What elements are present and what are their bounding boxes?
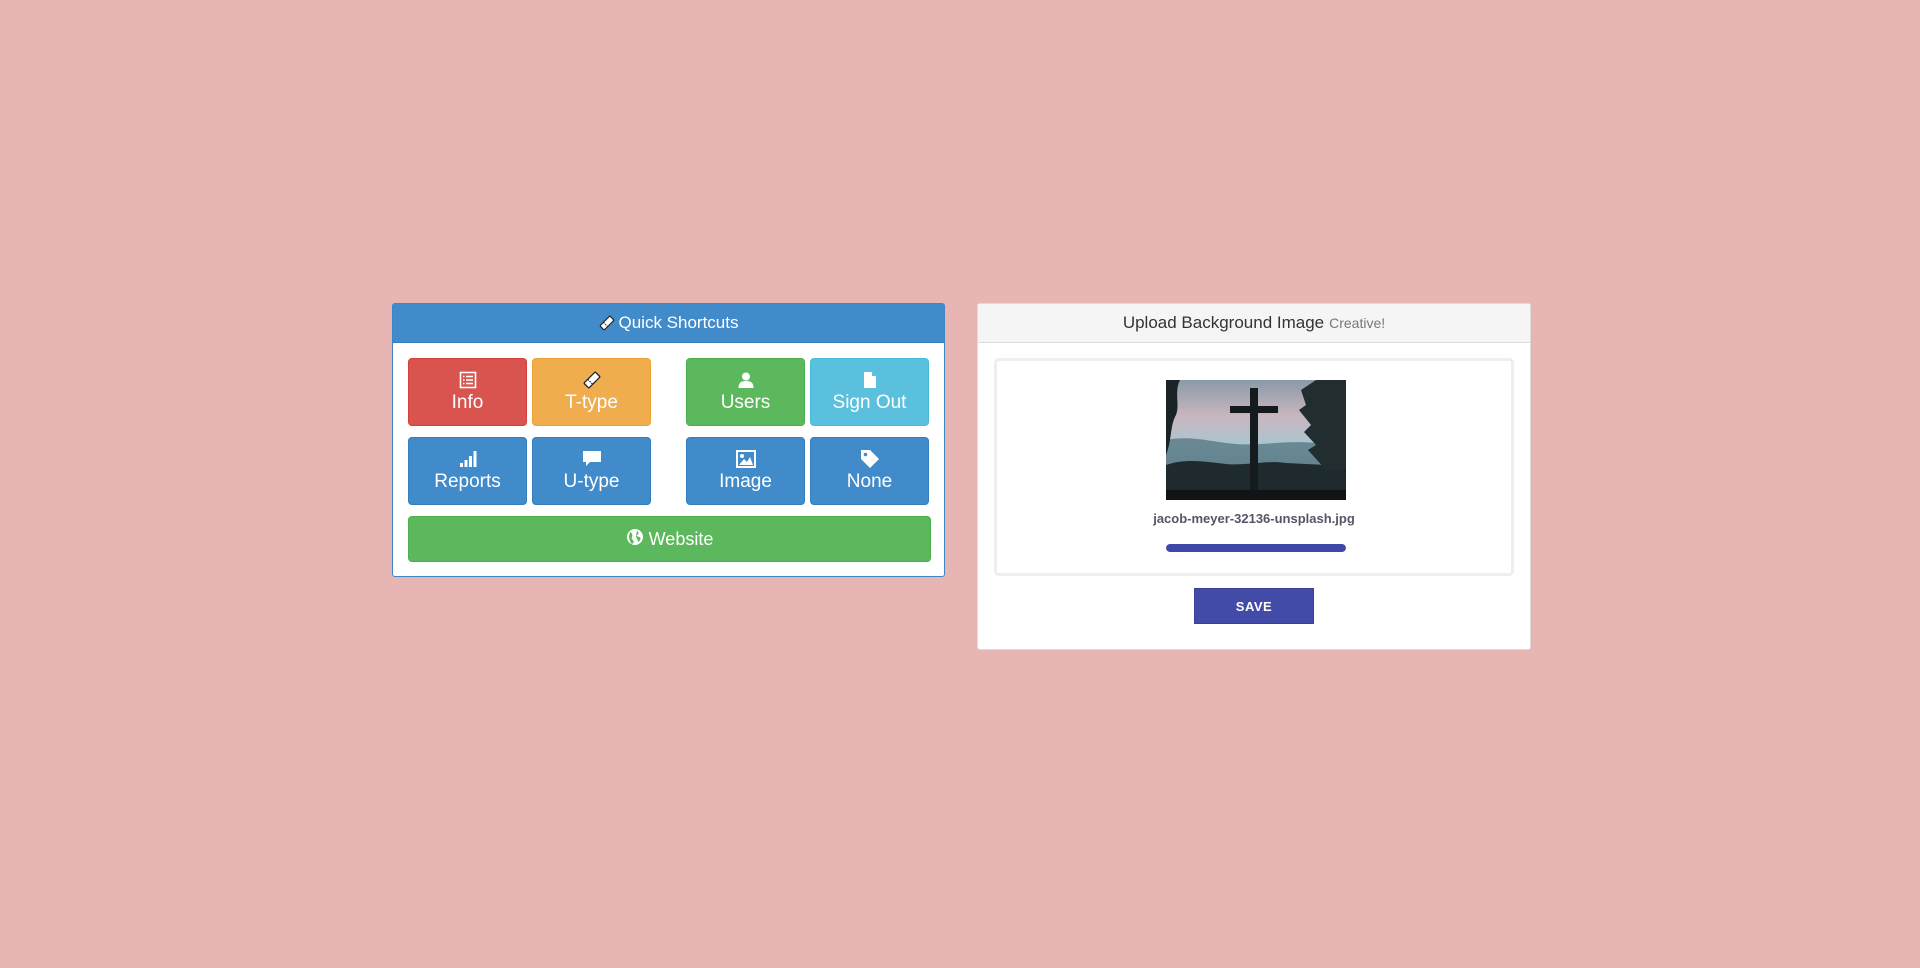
shortcut-t-type-label: T-type [565, 392, 618, 413]
comment-icon [582, 449, 602, 469]
tag-icon [860, 449, 880, 469]
website-button[interactable]: Website [408, 516, 931, 562]
shortcut-users-button[interactable]: Users [686, 358, 805, 426]
shortcut-sign-out-label: Sign Out [832, 392, 907, 413]
shortcut-image-label: Image [719, 471, 772, 492]
website-label: Website [648, 528, 714, 549]
shortcut-t-type-button[interactable]: T-type [532, 358, 651, 426]
upload-progress-fill [1166, 544, 1346, 552]
shortcut-u-type-label: U-type [563, 471, 620, 492]
shortcut-none-button[interactable]: None [810, 437, 929, 505]
image-preview-thumbnail[interactable] [1166, 380, 1346, 500]
ticket-icon [599, 315, 615, 331]
file-icon [862, 370, 878, 390]
shortcut-reports-label: Reports [434, 471, 501, 492]
picture-icon [735, 449, 756, 469]
shortcut-info-label: Info [451, 392, 484, 413]
shortcut-info-button[interactable]: Info [408, 358, 527, 426]
quick-shortcuts-title: Quick Shortcuts [618, 313, 739, 332]
shortcut-users-label: Users [720, 392, 771, 413]
upload-dropzone[interactable]: jacob-meyer-32136-unsplash.jpg [994, 358, 1514, 576]
upload-panel-subtitle: Creative! [1329, 315, 1386, 331]
uploaded-file-name: jacob-meyer-32136-unsplash.jpg [1153, 511, 1355, 526]
page-background: Quick Shortcuts Info T-type Users Sign O… [0, 0, 1920, 968]
shortcut-image-button[interactable]: Image [686, 437, 805, 505]
user-icon [737, 370, 755, 390]
upload-panel-header: Upload Background Image Creative! [978, 304, 1530, 343]
upload-panel-title: Upload Background Image [1122, 313, 1325, 332]
upload-background-panel: Upload Background Image Creative! jacob-… [977, 303, 1531, 650]
shortcut-reports-button[interactable]: Reports [408, 437, 527, 505]
quick-shortcuts-panel: Quick Shortcuts Info T-type Users Sign O… [392, 303, 945, 577]
shortcut-sign-out-button[interactable]: Sign Out [810, 358, 929, 426]
shortcut-u-type-button[interactable]: U-type [532, 437, 651, 505]
upload-progress-bar [1166, 544, 1346, 552]
save-button[interactable]: SAVE [1194, 588, 1314, 624]
signal-icon [459, 449, 477, 469]
ticket-icon [582, 370, 602, 390]
shortcut-none-label: None [846, 471, 893, 492]
quick-shortcuts-header: Quick Shortcuts [393, 304, 944, 343]
list-icon [459, 370, 477, 390]
globe-icon [626, 528, 644, 551]
